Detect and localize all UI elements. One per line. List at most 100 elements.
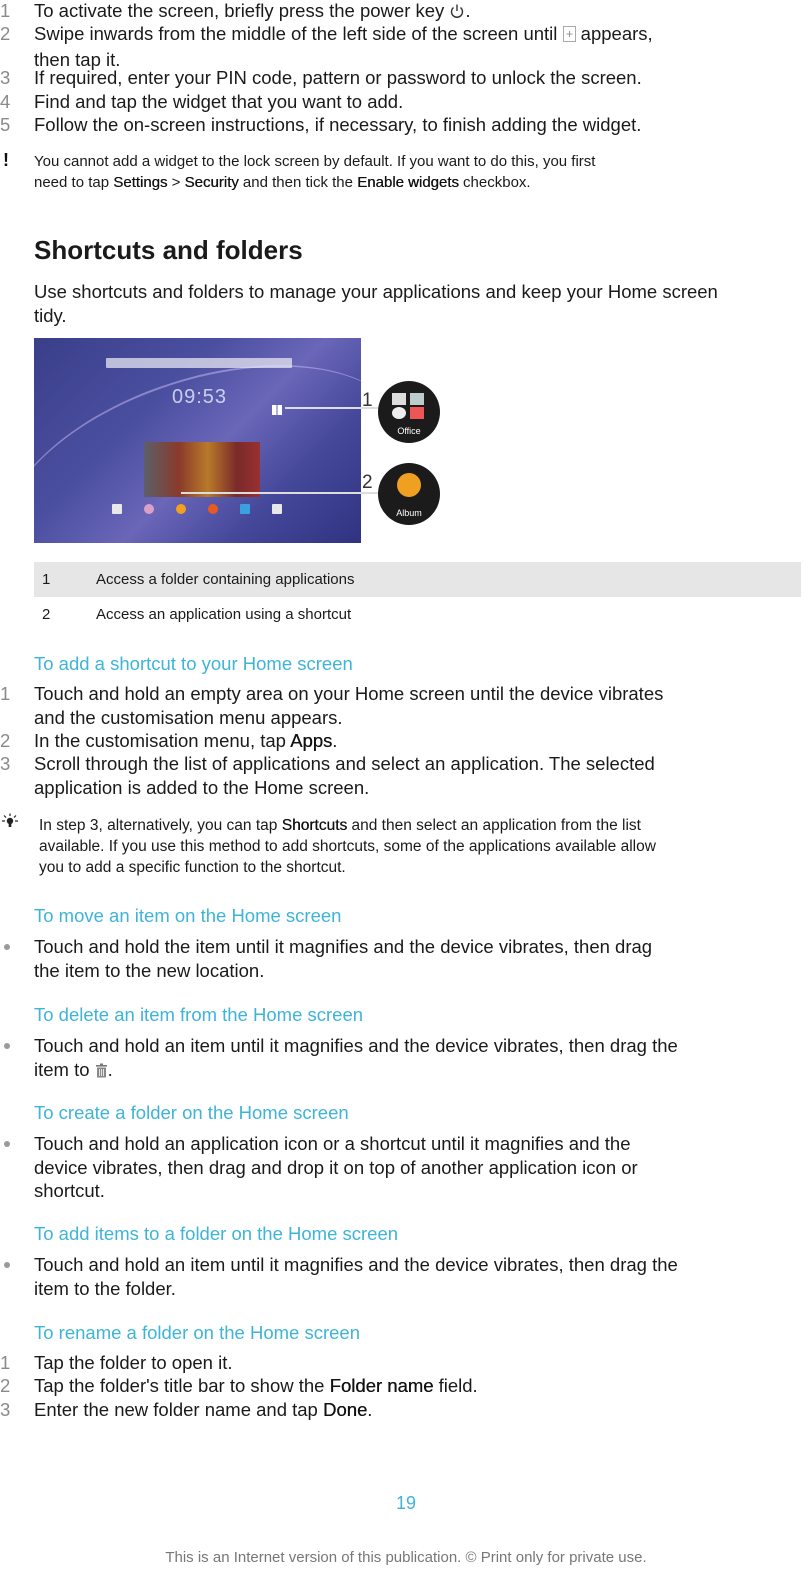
step-number: 1 [0,683,11,704]
document-icon [410,393,424,405]
clock-icon [392,407,406,419]
album-label: Album [396,508,422,518]
callout-number-2: 2 [362,472,373,493]
create-folder-heading: To create a folder on the Home screen [34,1102,349,1123]
clock-widget: 09:53 [172,386,228,408]
store-icon [240,504,250,514]
camera-icon [272,504,282,514]
bullet-text: Touch and hold an item until it magnifie… [34,1035,678,1056]
tip-note: In step 3, alternatively, you can tap Sh… [39,815,799,878]
step-text: and the customisation menu appears. [34,706,343,728]
move-item-heading: To move an item on the Home screen [34,905,342,926]
callout-number-1: 1 [362,390,373,411]
play-store-icon [112,504,122,514]
step-number: 2 [0,1375,11,1396]
step-text-end: . [465,0,471,21]
done-label: Done [323,1399,368,1420]
step-text: Tap the folder to open it. [34,1352,233,1373]
step-number: 1 [0,0,11,21]
legend-text: Access a folder containing applications [96,571,355,588]
step-number: 5 [0,114,11,135]
movies-icon [208,504,218,514]
step-number: 3 [0,1399,11,1420]
step-text: Scroll through the list of applications … [34,753,655,774]
shortcuts-label: Shortcuts [281,817,348,834]
calendar-icon [410,407,424,419]
step-number: 1 [0,1352,11,1373]
step-text: In the customisation menu, tap [34,730,291,751]
bullet-text-end: . [107,1058,113,1080]
apps-label: Apps [290,730,333,751]
step-text: Follow the on-screen instructions, if ne… [34,114,642,135]
bullet-dot [4,944,10,950]
bullet-text: Touch and hold an application icon or a … [34,1133,631,1154]
bullet-text: device vibrates, then drag and drop it o… [34,1156,638,1178]
add-shortcut-heading: To add a shortcut to your Home screen [34,653,353,674]
settings-label: Settings [113,174,168,191]
rename-folder-heading: To rename a folder on the Home screen [34,1322,360,1343]
section-title: Shortcuts and folders [34,235,303,265]
mail-icon [392,393,406,405]
music-icon [144,504,154,514]
step-text-end: . [332,730,338,751]
intro-text: Use shortcuts and folders to manage your… [34,281,718,302]
step-number: 3 [0,753,11,774]
step-text: To activate the screen, briefly press th… [34,0,450,21]
page-number: 19 [395,1493,417,1513]
step-number: 3 [0,67,11,88]
add-to-folder-heading: To add items to a folder on the Home scr… [34,1223,399,1244]
step-text-end: appears, [575,23,653,44]
lightbulb-icon [0,813,20,836]
bullet-dot [4,1262,10,1268]
album-shortcut-magnified: Album [378,463,440,525]
tip-text: available. If you use this method to add… [39,838,656,855]
separator: > [167,174,185,191]
power-icon [449,1,465,25]
step-text: Enter the new folder name and tap [34,1399,323,1420]
legend-row: 1 Access a folder containing application… [34,562,801,597]
step-number: 2 [0,23,11,44]
note-text: and then tick the [238,174,358,191]
bullet-dot [4,1043,10,1049]
section-intro: Use shortcuts and folders to manage your… [34,280,804,327]
home-screen-screenshot: 09:53 [34,338,361,543]
bullet-text: item to the folder. [34,1277,176,1299]
step-text: Swipe inwards from the middle of the lef… [34,23,563,44]
enable-widgets-label: Enable widgets [357,174,459,191]
folder-name-label: Folder name [329,1375,434,1396]
bullet-text: Touch and hold an item until it magnifie… [34,1254,678,1275]
bullet-text: shortcut. [34,1180,105,1201]
album-app-icon [397,473,421,497]
legend-number: 1 [42,571,51,588]
app-dock [104,504,294,520]
album-icon [176,504,186,514]
note-text: need to tap [34,174,114,191]
exclamation-icon: ! [3,150,9,170]
note-text: You cannot add a widget to the lock scre… [34,153,596,170]
step-text: application is added to the Home screen. [34,776,370,798]
intro-text: tidy. [34,304,67,326]
step-text: Touch and hold an empty area on your Hom… [34,683,664,704]
tip-text: In step 3, alternatively, you can tap [39,817,282,834]
security-label: Security [184,174,239,191]
step-text: Tap the folder's title bar to show the [34,1375,330,1396]
note-text: checkbox. [458,174,531,191]
delete-item-heading: To delete an item from the Home screen [34,1004,364,1025]
footer-note: This is an Internet version of this publ… [165,1549,647,1566]
bullet-dot [4,1141,10,1147]
step-text: Find and tap the widget that you want to… [34,91,404,112]
tip-text: and then select an application from the … [347,817,641,834]
step-number: 4 [0,91,11,112]
add-widget-icon [562,24,576,48]
legend-row: 2 Access an application using a shortcut [34,597,801,632]
search-bar-image [106,358,292,368]
bullet-text: the item to the new location. [34,959,265,981]
bullet-text: item to [34,1058,95,1080]
warning-note: You cannot add a widget to the lock scre… [34,151,774,193]
folder-icon [272,405,282,415]
tip-text: you to add a specific function to the sh… [39,859,346,876]
trash-icon [95,1060,108,1084]
office-label: Office [397,426,421,436]
office-folder-magnified: Office [378,381,440,443]
legend-number: 2 [42,606,51,623]
